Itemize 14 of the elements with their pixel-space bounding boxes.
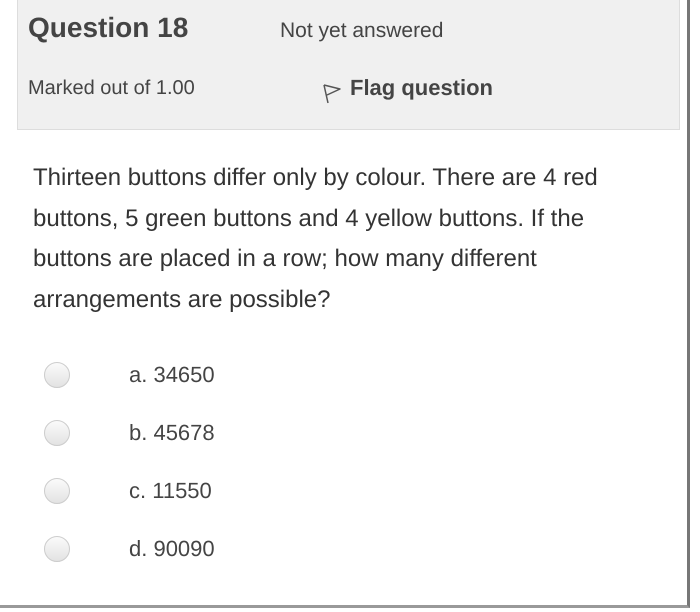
answer-option[interactable]: b. 45678: [129, 420, 215, 446]
answer-option[interactable]: d. 90090: [129, 536, 215, 562]
radio-button[interactable]: [44, 362, 70, 388]
flag-icon[interactable]: [322, 82, 342, 104]
radio-button[interactable]: [44, 420, 70, 446]
question-text: Thirteen buttons differ only by colour. There are 4 red buttons, 5 green buttons and 4 yellow buttons. If the buttons are placed in a row; how many different arrangements are possible?: [33, 163, 599, 314]
answer-option[interactable]: a. 34650: [129, 362, 215, 388]
radio-button[interactable]: [44, 478, 70, 504]
question-number: Question 18: [28, 12, 190, 44]
question-status: Not yet answered: [280, 19, 444, 43]
answer-option[interactable]: c. 11550: [129, 478, 212, 504]
marks-text: Marked out of 1.00: [28, 76, 196, 100]
radio-button[interactable]: [44, 536, 70, 562]
flag-question-link[interactable]: Flag question: [350, 75, 493, 101]
